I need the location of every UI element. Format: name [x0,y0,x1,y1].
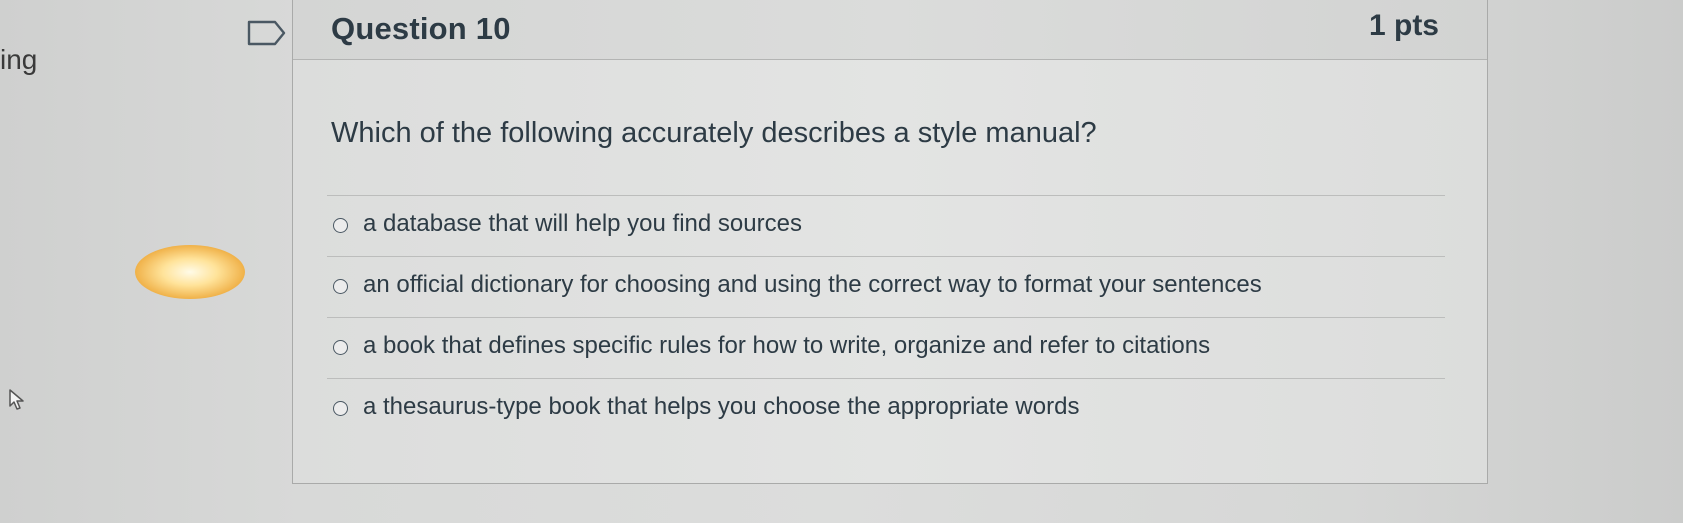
question-header: Question 10 1 pts [293,0,1487,60]
radio-button[interactable] [333,218,348,233]
answer-option[interactable]: a book that defines specific rules for h… [327,317,1445,378]
screen-glare [135,245,245,299]
question-title: Question 10 [331,11,511,46]
answer-label[interactable]: a book that defines specific rules for h… [363,332,1210,360]
answer-option[interactable]: an official dictionary for choosing and … [327,256,1445,317]
radio-button[interactable] [333,401,348,416]
flag-question-icon[interactable] [247,20,287,46]
answer-option[interactable]: a thesaurus-type book that helps you cho… [327,378,1445,439]
radio-button[interactable] [333,279,348,294]
radio-button[interactable] [333,340,348,355]
answer-label[interactable]: a thesaurus-type book that helps you cho… [363,393,1079,421]
question-card: Question 10 1 pts Which of the following… [292,0,1488,484]
question-points: 1 pts [1368,9,1439,42]
mouse-pointer-icon [9,389,24,410]
question-prompt: Which of the following accurately descri… [331,117,1097,149]
answer-option[interactable]: a database that will help you find sourc… [327,195,1445,256]
answer-label[interactable]: an official dictionary for choosing and … [363,271,1262,299]
answer-list: a database that will help you find sourc… [327,195,1445,439]
sidebar-partial-text: ing [0,44,38,75]
answer-label[interactable]: a database that will help you find sourc… [363,210,802,238]
